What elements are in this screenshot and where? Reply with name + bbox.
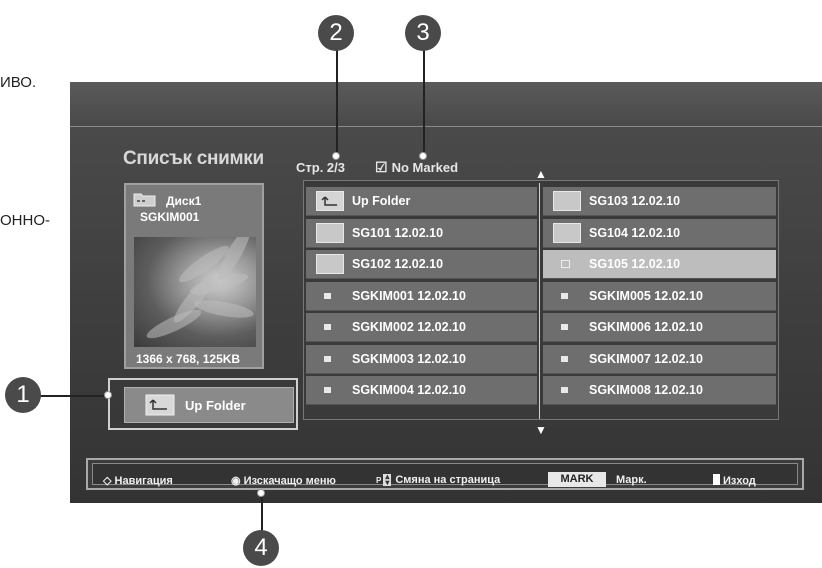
mark-key-badge: MARK — [548, 472, 606, 487]
preview-disk-label: Диск1 — [166, 194, 202, 208]
list-item-label: SGKIM001 12.02.10 — [352, 288, 466, 303]
preview-panel: Диск1 SGKIM001 1366 x 768, 125KB — [124, 183, 264, 369]
help-navigation: ◇ Навигация — [103, 475, 173, 487]
folder-icon — [316, 254, 344, 274]
list-item[interactable]: SG105 12.02.10 — [543, 250, 776, 279]
help-page-change: P ▴ ▾ Смяна на страница — [376, 472, 501, 487]
list-item-label: SG104 12.02.10 — [589, 225, 681, 240]
photo-file-icon — [324, 324, 331, 330]
photo-file-icon — [561, 260, 570, 268]
list-item[interactable]: SG104 12.02.10 — [543, 218, 776, 248]
list-item[interactable]: SG101 12.02.10 — [306, 218, 537, 248]
callout-line-1 — [37, 395, 109, 397]
list-item-label: SG102 12.02.10 — [352, 257, 444, 271]
list-item[interactable]: SGKIM007 12.02.10 — [543, 344, 776, 374]
ok-button-icon: ◉ — [231, 475, 241, 487]
callout-1: 1 — [5, 377, 41, 413]
photo-file-icon — [561, 292, 568, 299]
callout-line-3 — [423, 40, 425, 157]
preview-resolution: 1366 x 768, 125KB — [136, 352, 241, 366]
help-bar: ◇ Навигация ◉ Изскачащо меню P ▴ ▾ Смяна на… — [86, 458, 804, 490]
list-item-label: SGKIM006 12.02.10 — [589, 320, 703, 334]
checkbox-icon: ☑ — [375, 159, 388, 175]
nav-arrows-icon: ◇ — [103, 475, 112, 487]
list-item-label: SGKIM004 12.02.10 — [352, 383, 466, 397]
help-exit: Изход — [713, 474, 756, 487]
list-item-label: SG103 12.02.10 — [589, 194, 681, 208]
callout-dot-2 — [332, 152, 340, 160]
page-key-icon: P — [376, 476, 382, 485]
callout-3: 3 — [405, 15, 441, 51]
list-item-label: SG101 12.02.10 — [352, 225, 444, 240]
callout-4: 4 — [243, 530, 279, 566]
folder-open-icon — [133, 193, 156, 207]
list-item-label: SGKIM003 12.02.10 — [352, 351, 466, 366]
list-item[interactable]: SGKIM005 12.02.10 — [543, 281, 776, 311]
photo-file-icon — [324, 387, 331, 393]
photo-file-icon — [561, 355, 568, 362]
list-item[interactable]: Up Folder — [306, 187, 537, 216]
up-folder-icon — [316, 191, 344, 211]
list-item[interactable]: SGKIM003 12.02.10 — [306, 344, 537, 374]
list-item[interactable]: SGKIM008 12.02.10 — [543, 376, 776, 405]
list-item-label: SGKIM002 12.02.10 — [352, 320, 466, 334]
header-divider — [70, 126, 822, 127]
up-folder-icon — [145, 394, 175, 416]
folder-icon — [553, 191, 581, 211]
callout-line-2 — [336, 40, 338, 157]
photo-file-icon — [561, 387, 568, 393]
page-indicator: Стр. 2/3 — [296, 160, 345, 175]
list-item[interactable]: SGKIM004 12.02.10 — [306, 376, 537, 405]
up-folder-button-label: Up Folder — [185, 398, 246, 413]
callout-dot-4 — [257, 489, 265, 497]
list-item-label: SG105 12.02.10 — [589, 257, 681, 271]
preview-file-name: SGKIM001 — [140, 210, 200, 224]
scroll-down-arrow-icon[interactable]: ▼ — [535, 423, 547, 437]
scroll-up-arrow-icon[interactable]: ▲ — [535, 167, 547, 181]
column-divider — [539, 183, 540, 419]
callout-dot-3 — [419, 152, 427, 160]
preview-thumbnail — [134, 237, 256, 347]
callout-2: 2 — [318, 15, 354, 51]
help-popup-menu: ◉ Изскачащо меню — [231, 475, 336, 487]
side-text-middle: ОННО- — [0, 212, 50, 229]
help-mark: Марк. — [616, 474, 647, 486]
list-item[interactable]: SG103 12.02.10 — [543, 187, 776, 216]
callout-dot-1 — [104, 391, 112, 399]
list-item[interactable]: SG102 12.02.10 — [306, 250, 537, 279]
exit-key-icon — [713, 474, 720, 485]
up-folder-button[interactable]: Up Folder — [124, 387, 294, 423]
photo-file-icon — [561, 324, 568, 330]
folder-icon — [316, 222, 344, 243]
photo-file-icon — [324, 292, 331, 299]
marked-label: No Marked — [391, 160, 459, 175]
folder-icon — [553, 222, 581, 243]
list-item[interactable]: SGKIM002 12.02.10 — [306, 313, 537, 342]
page-title: Списък снимки — [123, 148, 264, 169]
list-item[interactable]: SGKIM001 12.02.10 — [306, 281, 537, 311]
side-text-top: ИВО. — [0, 74, 37, 91]
list-item-label: SGKIM008 12.02.10 — [589, 383, 703, 397]
photo-file-icon — [324, 355, 331, 362]
list-item[interactable]: SGKIM006 12.02.10 — [543, 313, 776, 342]
marked-status: ☑ No Marked — [375, 159, 458, 176]
list-item-label: Up Folder — [352, 194, 411, 208]
list-item-label: SGKIM005 12.02.10 — [589, 288, 703, 303]
list-item-label: SGKIM007 12.02.10 — [589, 351, 703, 366]
